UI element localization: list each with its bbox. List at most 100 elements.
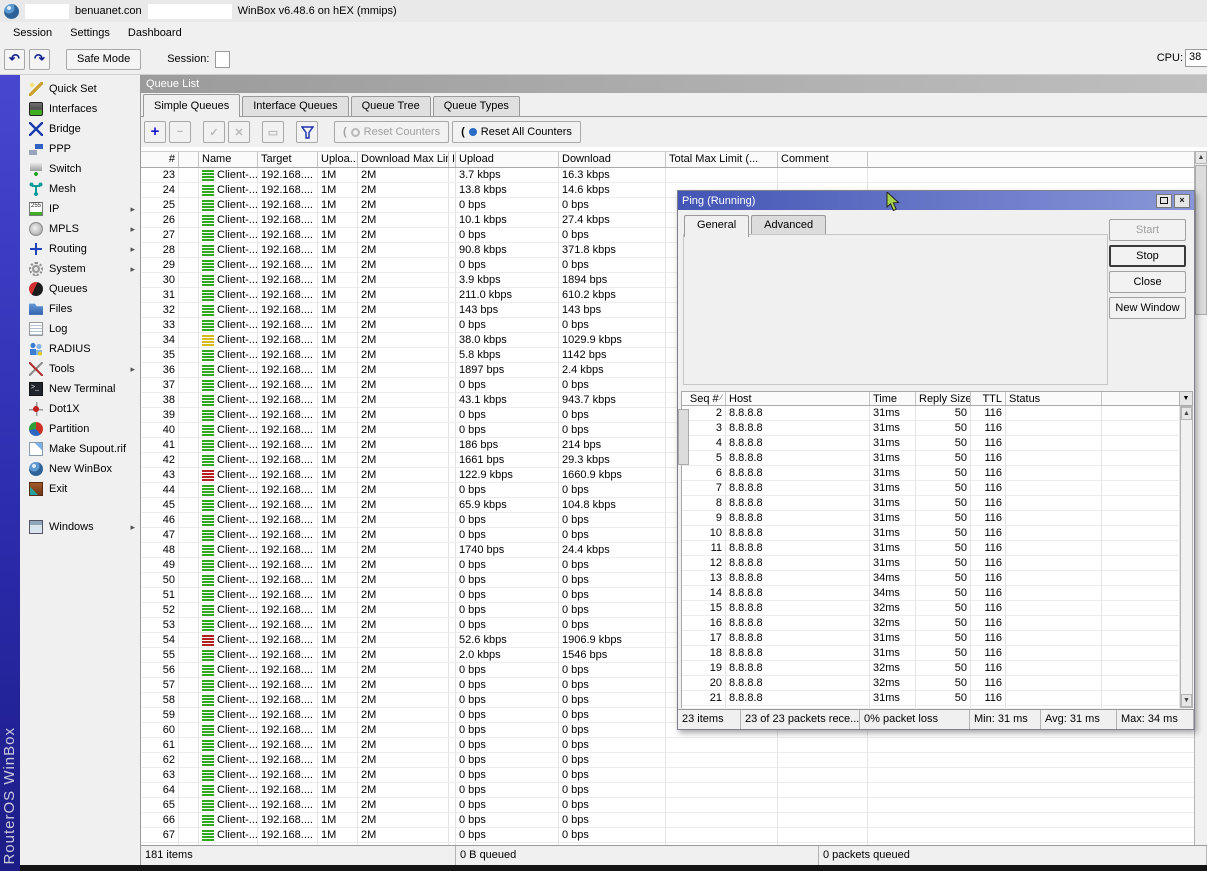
column-header-seq[interactable]: Seq #∕: [682, 392, 726, 405]
close-ping-button[interactable]: Close: [1109, 271, 1186, 293]
ping-row-21[interactable]: 218.8.8.831ms50116: [682, 691, 1180, 706]
undo-button[interactable]: ↶: [4, 49, 25, 70]
disable-queue-button[interactable]: ✕: [228, 121, 250, 143]
enable-queue-button[interactable]: ✓: [203, 121, 225, 143]
tab-queue-types[interactable]: Queue Types: [433, 96, 520, 116]
queue-row-23[interactable]: 23Client-...192.168....1M2M3.7 kbps16.3 …: [141, 168, 1207, 183]
session-input[interactable]: [215, 51, 230, 68]
reset-counters-button[interactable]: ( Reset Counters: [334, 121, 449, 143]
column-header-download-max-limit[interactable]: Download Max Limit: [358, 152, 449, 167]
column-header-uploa[interactable]: Uploa...: [318, 152, 358, 167]
ping-table-scrollbar[interactable]: ▲ ▼: [1180, 406, 1193, 708]
sidebar-item-quick-set[interactable]: Quick Set: [20, 79, 140, 99]
ping-row-17[interactable]: 178.8.8.831ms50116: [682, 631, 1180, 646]
column-header-ttl[interactable]: TTL: [971, 392, 1006, 405]
column-select-button[interactable]: ▼: [1179, 392, 1192, 405]
add-queue-button[interactable]: +: [144, 121, 166, 143]
sidebar-item-make-supout-rif[interactable]: Make Supout.rif: [20, 439, 140, 459]
sidebar-item-partition[interactable]: Partition: [20, 419, 140, 439]
reset-all-counters-button[interactable]: ( Reset All Counters: [452, 121, 581, 143]
column-header-target[interactable]: Target: [258, 152, 318, 167]
sidebar-item-new-winbox[interactable]: New WinBox: [20, 459, 140, 479]
ping-row-22[interactable]: 228.8.8.831ms50116: [682, 706, 1180, 708]
ping-row-4[interactable]: 48.8.8.831ms50116: [682, 436, 1180, 451]
sidebar-item-interfaces[interactable]: Interfaces: [20, 99, 140, 119]
ping-row-20[interactable]: 208.8.8.832ms50116: [682, 676, 1180, 691]
sidebar-item-mpls[interactable]: MPLS▸: [20, 219, 140, 239]
queue-row-65[interactable]: 65Client-...192.168....1M2M0 bps0 bps: [141, 798, 1207, 813]
column-header-download[interactable]: Download: [559, 152, 666, 167]
ping-titlebar[interactable]: Ping (Running) ×: [678, 191, 1194, 210]
sidebar-item-log[interactable]: Log: [20, 319, 140, 339]
scroll-up-icon[interactable]: ▲: [1195, 151, 1207, 164]
column-header-col1[interactable]: [179, 152, 199, 167]
sidebar-item-bridge[interactable]: Bridge: [20, 119, 140, 139]
ping-row-14[interactable]: 148.8.8.834ms50116: [682, 586, 1180, 601]
comment-button[interactable]: ▭: [262, 121, 284, 143]
ping-row-3[interactable]: 38.8.8.831ms50116: [682, 421, 1180, 436]
ping-row-5[interactable]: 58.8.8.831ms50116: [682, 451, 1180, 466]
tab-advanced[interactable]: Advanced: [751, 215, 826, 235]
queue-table-scrollbar[interactable]: ▲: [1194, 151, 1207, 845]
redo-button[interactable]: ↷: [29, 49, 50, 70]
sidebar-item-new-terminal[interactable]: New Terminal: [20, 379, 140, 399]
scrollbar-thumb[interactable]: [1195, 165, 1207, 315]
queue-row-61[interactable]: 61Client-...192.168....1M2M0 bps0 bps: [141, 738, 1207, 753]
ping-row-8[interactable]: 88.8.8.831ms50116: [682, 496, 1180, 511]
scrollbar-thumb[interactable]: [678, 409, 689, 465]
ping-row-18[interactable]: 188.8.8.831ms50116: [682, 646, 1180, 661]
queue-row-67[interactable]: 67Client-...192.168....1M2M0 bps0 bps: [141, 828, 1207, 843]
column-header-[interactable]: #: [141, 152, 179, 167]
filter-button[interactable]: [296, 121, 318, 143]
queue-row-63[interactable]: 63Client-...192.168....1M2M0 bps0 bps: [141, 768, 1207, 783]
scroll-down-icon[interactable]: ▼: [1181, 694, 1192, 707]
sidebar-item-files[interactable]: Files: [20, 299, 140, 319]
column-header-i[interactable]: I: [449, 152, 456, 167]
ping-row-12[interactable]: 128.8.8.831ms50116: [682, 556, 1180, 571]
tab-simple-queues[interactable]: Simple Queues: [143, 94, 240, 117]
column-header-reply-size[interactable]: Reply Size: [916, 392, 971, 405]
ping-row-7[interactable]: 78.8.8.831ms50116: [682, 481, 1180, 496]
tab-interface-queues[interactable]: Interface Queues: [242, 96, 348, 116]
start-button[interactable]: Start: [1109, 219, 1186, 241]
new-window-button[interactable]: New Window: [1109, 297, 1186, 319]
column-header-upload[interactable]: Upload: [456, 152, 559, 167]
sidebar-item-queues[interactable]: Queues: [20, 279, 140, 299]
maximize-button[interactable]: [1156, 194, 1172, 208]
ping-row-10[interactable]: 108.8.8.831ms50116: [682, 526, 1180, 541]
queue-row-66[interactable]: 66Client-...192.168....1M2M0 bps0 bps: [141, 813, 1207, 828]
ping-row-2[interactable]: 28.8.8.831ms50116: [682, 406, 1180, 421]
ping-row-6[interactable]: 68.8.8.831ms50116: [682, 466, 1180, 481]
sidebar-item-radius[interactable]: RADIUS: [20, 339, 140, 359]
ping-row-11[interactable]: 118.8.8.831ms50116: [682, 541, 1180, 556]
sidebar-item-mesh[interactable]: Mesh: [20, 179, 140, 199]
sidebar-item-system[interactable]: System▸: [20, 259, 140, 279]
sidebar-item-ip[interactable]: IP▸: [20, 199, 140, 219]
column-header-name[interactable]: Name: [199, 152, 258, 167]
tab-general[interactable]: General: [684, 215, 749, 237]
stop-button[interactable]: Stop: [1109, 245, 1186, 267]
sidebar-item-exit[interactable]: Exit: [20, 479, 140, 499]
ping-row-19[interactable]: 198.8.8.832ms50116: [682, 661, 1180, 676]
queue-row-62[interactable]: 62Client-...192.168....1M2M0 bps0 bps: [141, 753, 1207, 768]
column-header-host[interactable]: Host: [726, 392, 870, 405]
ping-row-16[interactable]: 168.8.8.832ms50116: [682, 616, 1180, 631]
safe-mode-button[interactable]: Safe Mode: [66, 49, 141, 70]
sidebar-item-dot1x[interactable]: Dot1X: [20, 399, 140, 419]
sidebar-item-tools[interactable]: Tools▸: [20, 359, 140, 379]
ping-row-9[interactable]: 98.8.8.831ms50116: [682, 511, 1180, 526]
column-header-status[interactable]: Status: [1006, 392, 1102, 405]
menu-item-dashboard[interactable]: Dashboard: [119, 24, 191, 42]
menu-item-settings[interactable]: Settings: [61, 24, 119, 42]
close-button[interactable]: ×: [1174, 194, 1190, 208]
column-header-time[interactable]: Time: [870, 392, 916, 405]
remove-queue-button[interactable]: −: [169, 121, 191, 143]
sidebar-item-switch[interactable]: Switch: [20, 159, 140, 179]
column-header-comment[interactable]: Comment: [778, 152, 868, 167]
menu-item-session[interactable]: Session: [4, 24, 61, 42]
sidebar-item-ppp[interactable]: PPP: [20, 139, 140, 159]
queue-row-64[interactable]: 64Client-...192.168....1M2M0 bps0 bps: [141, 783, 1207, 798]
scroll-up-icon[interactable]: ▲: [1181, 407, 1192, 420]
column-header-total-max-limit[interactable]: Total Max Limit (...: [666, 152, 778, 167]
tab-queue-tree[interactable]: Queue Tree: [351, 96, 431, 116]
